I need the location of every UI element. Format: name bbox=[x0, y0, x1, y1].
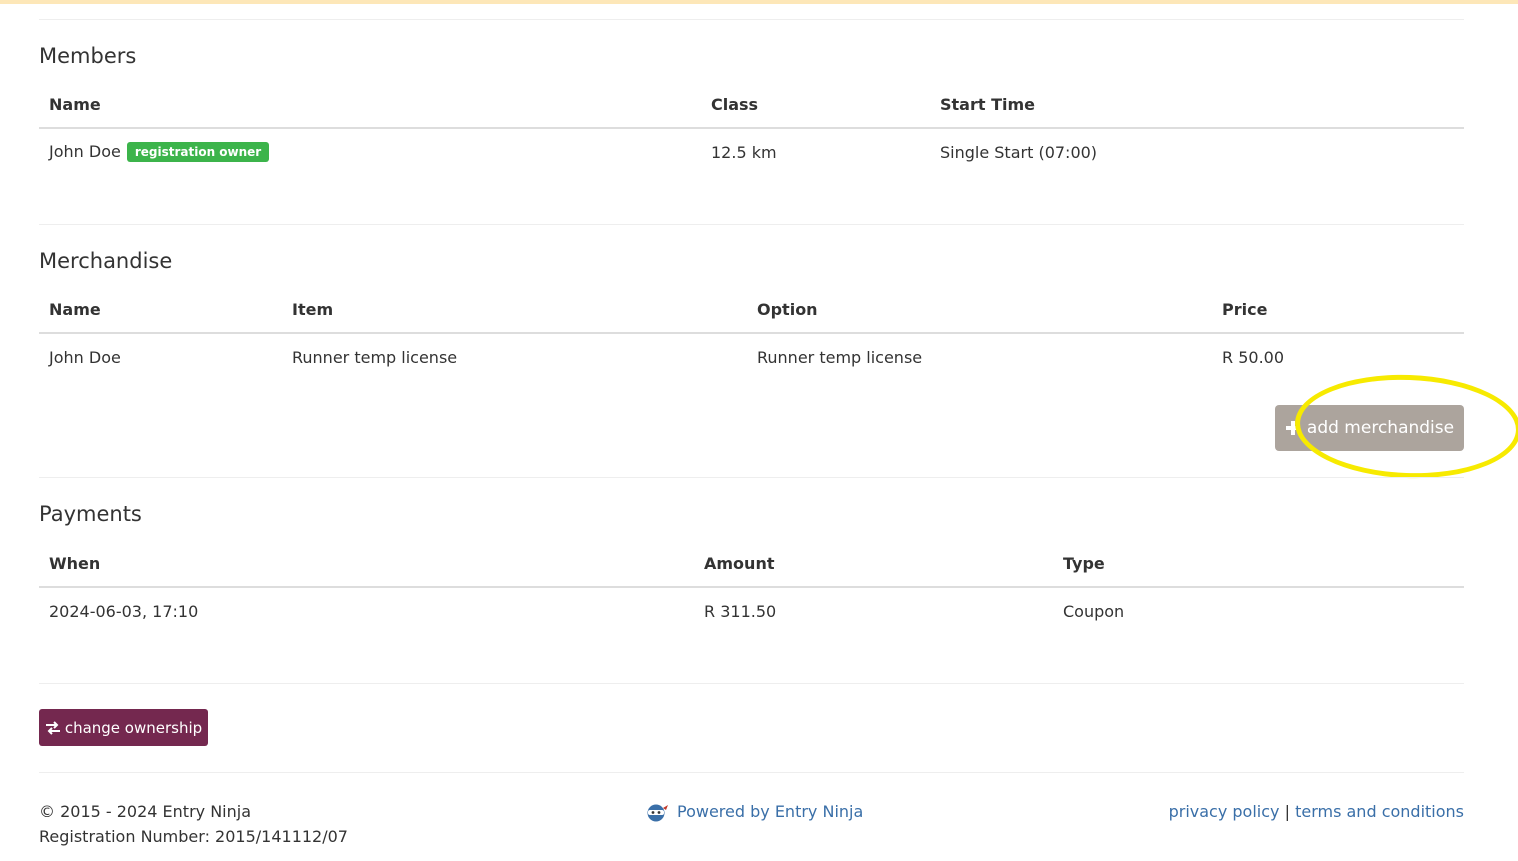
entry-ninja-logo-icon bbox=[647, 804, 668, 821]
column-header-start-time: Start Time bbox=[930, 81, 1464, 129]
footer-separator: | bbox=[1284, 802, 1290, 821]
merchandise-table: Name Item Option Price John Doe Runner t… bbox=[39, 286, 1464, 380]
divider bbox=[39, 683, 1464, 684]
members-table: Name Class Start Time John Doe registrati… bbox=[39, 81, 1464, 175]
powered-by-link[interactable]: Powered by Entry Ninja bbox=[645, 799, 863, 824]
highlight-annotation bbox=[1293, 371, 1518, 482]
divider bbox=[39, 772, 1464, 773]
member-name-cell: John Doe registration owner bbox=[39, 128, 701, 175]
column-header-option: Option bbox=[747, 286, 1212, 334]
column-header-amount: Amount bbox=[694, 540, 1053, 588]
column-header-when: When bbox=[39, 540, 694, 588]
column-header-price: Price bbox=[1212, 286, 1464, 334]
divider bbox=[39, 224, 1464, 225]
member-class: 12.5 km bbox=[711, 142, 777, 162]
table-row: John Doe Runner temp license Runner temp… bbox=[39, 333, 1464, 380]
member-start-time: Single Start (07:00) bbox=[940, 142, 1098, 162]
column-header-type: Type bbox=[1053, 540, 1464, 588]
registration-number: Registration Number: 2015/141112/07 bbox=[39, 827, 348, 846]
merch-name: John Doe bbox=[49, 347, 121, 367]
exchange-arrows-icon bbox=[45, 720, 60, 735]
payment-amount: R 311.50 bbox=[704, 601, 777, 621]
divider bbox=[39, 477, 1464, 478]
merchandise-title: Merchandise bbox=[39, 249, 173, 273]
copyright-text: © 2015 - 2024 Entry Ninja bbox=[39, 802, 252, 821]
merch-option: Runner temp license bbox=[757, 347, 923, 367]
payment-when: 2024-06-03, 17:10 bbox=[49, 601, 199, 621]
column-header-item: Item bbox=[282, 286, 747, 334]
table-row: John Doe registration owner 12.5 km Singl… bbox=[39, 128, 1464, 175]
column-header-class: Class bbox=[701, 81, 930, 129]
footer-links: privacy policy | terms and conditions bbox=[1169, 799, 1464, 824]
table-header-row: Name Class Start Time bbox=[39, 81, 1464, 129]
member-name: John Doe bbox=[49, 142, 121, 161]
change-ownership-button[interactable]: change ownership bbox=[39, 709, 208, 746]
registration-owner-badge: registration owner bbox=[126, 142, 270, 162]
table-header-row: Name Item Option Price bbox=[39, 286, 1464, 334]
table-header-row: When Amount Type bbox=[39, 540, 1464, 588]
merch-item: Runner temp license bbox=[292, 347, 458, 367]
payment-type: Coupon bbox=[1063, 601, 1125, 621]
divider bbox=[39, 19, 1464, 20]
column-header-name: Name bbox=[39, 81, 701, 129]
footer-info: © 2015 - 2024 Entry Ninja Registration N… bbox=[39, 799, 348, 849]
terms-link[interactable]: terms and conditions bbox=[1295, 802, 1464, 821]
payments-table: When Amount Type 2024-06-03, 17:10 R 311… bbox=[39, 540, 1464, 634]
privacy-policy-link[interactable]: privacy policy bbox=[1169, 802, 1280, 821]
table-row: 2024-06-03, 17:10 R 311.50 Coupon bbox=[39, 587, 1464, 634]
merch-price: R 50.00 bbox=[1222, 347, 1285, 367]
top-accent-strip bbox=[0, 0, 1518, 4]
powered-by-text: Powered by Entry Ninja bbox=[677, 802, 864, 821]
payments-title: Payments bbox=[39, 502, 142, 526]
column-header-name: Name bbox=[39, 286, 282, 334]
change-ownership-label: change ownership bbox=[64, 718, 203, 737]
members-title: Members bbox=[39, 44, 137, 68]
